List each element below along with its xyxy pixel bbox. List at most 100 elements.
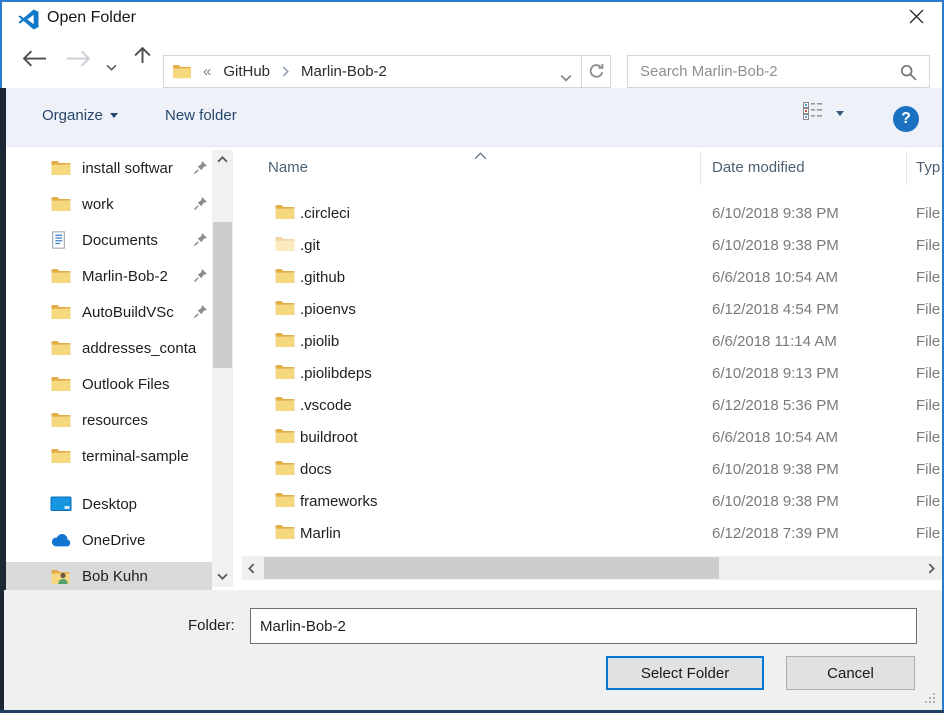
address-bar[interactable]: « GitHub Marlin-Bob-2 <box>163 55 611 88</box>
dialog-title: Open Folder <box>47 9 136 27</box>
resize-grip-icon[interactable] <box>925 693 937 705</box>
scroll-right-icon[interactable] <box>922 556 940 580</box>
sidebar-item-label: addresses_conta <box>82 340 204 357</box>
column-header-date-modified[interactable]: Date modified <box>712 159 805 176</box>
sidebar-item-label: Desktop <box>82 496 204 513</box>
file-type: File <box>916 493 940 510</box>
breadcrumb-item-github[interactable]: GitHub <box>223 63 270 80</box>
sidebar-item[interactable]: terminal-sample <box>6 438 212 474</box>
sidebar-item[interactable]: install softwar <box>6 150 212 186</box>
file-row[interactable]: buildroot6/6/2018 10:54 AMFile <box>240 421 944 453</box>
scroll-up-icon[interactable] <box>212 150 233 168</box>
file-name: .git <box>300 237 320 254</box>
address-folder-icon <box>172 64 191 79</box>
folder-icon <box>274 396 295 417</box>
file-row[interactable]: .vscode6/12/2018 5:36 PMFile <box>240 389 944 421</box>
vscode-icon <box>17 8 40 31</box>
onedrive-icon <box>50 533 72 548</box>
breadcrumb-item-current[interactable]: Marlin-Bob-2 <box>301 63 387 80</box>
file-type: File <box>916 333 940 350</box>
file-date-modified: 6/10/2018 9:38 PM <box>712 237 839 254</box>
refresh-button[interactable] <box>581 56 610 87</box>
sidebar-item-label: OneDrive <box>82 532 204 549</box>
column-header-name[interactable]: Name <box>268 159 308 176</box>
new-folder-button[interactable]: New folder <box>165 107 237 124</box>
organize-button[interactable]: Organize <box>42 107 118 124</box>
sidebar-item-label: Bob Kuhn <box>82 568 204 585</box>
sidebar-item-label: Documents <box>82 232 204 249</box>
sidebar-item[interactable]: Outlook Files <box>6 366 212 402</box>
folder-icon <box>50 196 72 212</box>
file-row[interactable]: .circleci6/10/2018 9:38 PMFile <box>240 197 944 229</box>
file-rows: .circleci6/10/2018 9:38 PMFile .git 6/10/2… <box>240 197 944 549</box>
sidebar-item[interactable]: Desktop <box>6 486 212 522</box>
file-type: File <box>916 365 940 382</box>
sidebar-item-label: work <box>82 196 204 213</box>
file-row[interactable]: .piolibdeps6/10/2018 9:13 PMFile <box>240 357 944 389</box>
recent-locations-chevron-icon[interactable] <box>106 58 117 76</box>
sidebar-scrollbar[interactable] <box>212 150 233 587</box>
file-name: Marlin <box>300 525 341 542</box>
file-row[interactable]: .piolib6/6/2018 11:14 AMFile <box>240 325 944 357</box>
scroll-left-icon[interactable] <box>242 556 260 580</box>
up-button[interactable] <box>134 47 151 69</box>
forward-button[interactable] <box>66 50 91 72</box>
file-row[interactable]: .pioenvs6/12/2018 4:54 PMFile <box>240 293 944 325</box>
help-button[interactable]: ? <box>893 106 919 132</box>
column-header-type[interactable]: Typ <box>916 159 940 176</box>
sidebar-item[interactable]: addresses_conta <box>6 330 212 366</box>
file-type: File <box>916 205 940 222</box>
file-name: .pioenvs <box>300 301 356 318</box>
select-folder-button[interactable]: Select Folder <box>606 656 764 690</box>
breadcrumb-overflow[interactable]: « <box>203 63 211 80</box>
file-date-modified: 6/10/2018 9:38 PM <box>712 461 839 478</box>
back-button[interactable] <box>22 50 47 72</box>
file-row[interactable]: frameworks6/10/2018 9:38 PMFile <box>240 485 944 517</box>
file-date-modified: 6/12/2018 5:36 PM <box>712 397 839 414</box>
sidebar-item[interactable]: work <box>6 186 212 222</box>
file-row[interactable]: docs6/10/2018 9:38 PMFile <box>240 453 944 485</box>
file-row[interactable]: .git6/10/2018 9:38 PMFile <box>240 229 944 261</box>
sidebar-item[interactable]: Documents <box>6 222 212 258</box>
sidebar-item-label: install softwar <box>82 160 204 177</box>
search-input[interactable] <box>640 57 890 86</box>
column-divider[interactable] <box>906 151 907 185</box>
column-divider[interactable] <box>700 151 701 185</box>
sidebar-scrollbar-thumb[interactable] <box>213 222 232 368</box>
change-view-button[interactable] <box>802 101 844 125</box>
list-header: Name Date modified Typ <box>240 147 944 189</box>
sidebar-item[interactable]: Bob Kuhn <box>6 562 212 590</box>
navigation-bar: « GitHub Marlin-Bob-2 <box>0 32 944 88</box>
folder-icon <box>50 304 72 320</box>
horizontal-scrollbar[interactable] <box>242 556 942 580</box>
horizontal-scrollbar-thumb[interactable] <box>264 557 719 579</box>
file-row[interactable]: .github6/6/2018 10:54 AMFile <box>240 261 944 293</box>
command-bar: Organize New folder <box>2 88 942 147</box>
file-row[interactable]: Marlin6/12/2018 7:39 PMFile <box>240 517 944 549</box>
sidebar-item[interactable]: Marlin-Bob-2 <box>6 258 212 294</box>
sidebar-item[interactable]: AutoBuildVSc <box>6 294 212 330</box>
folder-icon <box>274 268 295 289</box>
open-folder-dialog: Open Folder « GitHub Marlin-Bob-2 Organi… <box>0 0 944 713</box>
file-date-modified: 6/6/2018 10:54 AM <box>712 269 838 286</box>
desktop-icon <box>50 496 72 513</box>
search-icon[interactable] <box>900 64 917 86</box>
address-dropdown-chevron-icon[interactable] <box>560 69 572 87</box>
window-border-top <box>0 0 944 2</box>
folder-icon <box>50 160 72 176</box>
new-folder-label: New folder <box>165 107 237 124</box>
documents-icon <box>50 231 72 249</box>
question-mark-icon: ? <box>901 110 911 128</box>
file-type: File <box>916 461 940 478</box>
chevron-down-icon <box>110 113 118 118</box>
file-name: .piolib <box>300 333 339 350</box>
file-date-modified: 6/12/2018 7:39 PM <box>712 525 839 542</box>
folder-name-input[interactable] <box>250 608 917 644</box>
cancel-button[interactable]: Cancel <box>786 656 915 690</box>
sidebar-item[interactable]: resources <box>6 402 212 438</box>
close-button[interactable] <box>900 6 932 32</box>
scroll-down-icon[interactable] <box>212 567 233 585</box>
dialog-body: install softwar work Documents Marlin-Bob-2… <box>0 147 944 590</box>
pin-icon <box>193 304 208 324</box>
sidebar-item[interactable]: OneDrive <box>6 522 212 558</box>
